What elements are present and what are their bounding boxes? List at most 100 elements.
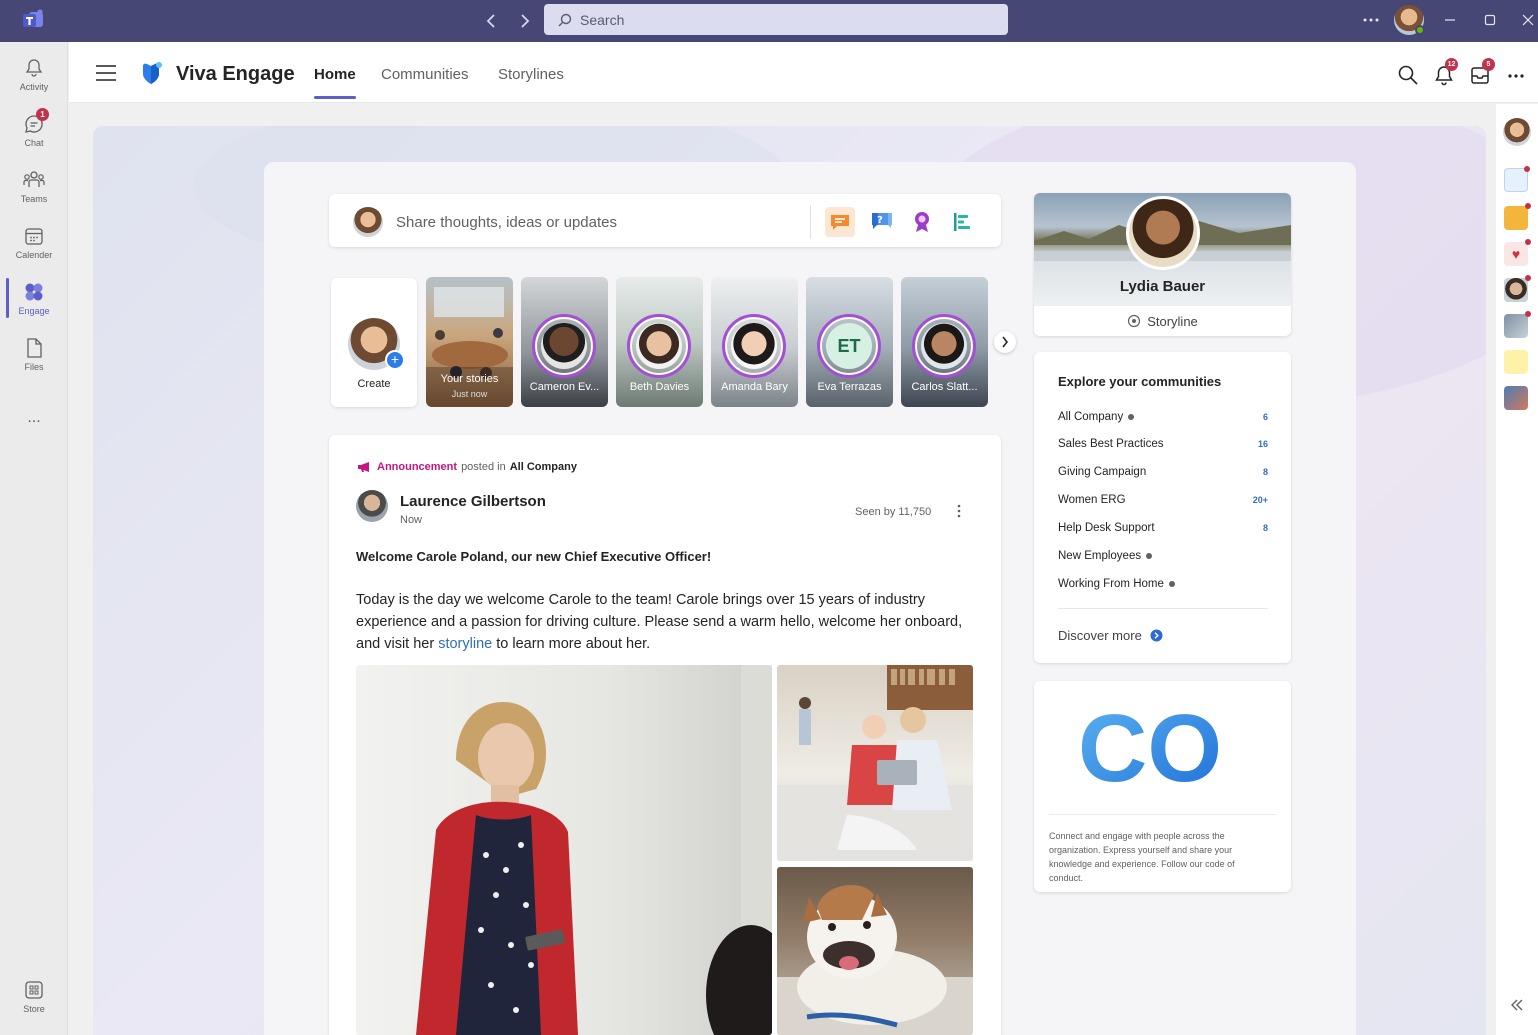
post-time: Now xyxy=(400,514,423,526)
app-header: Viva Engage Home Communities Storylines … xyxy=(69,42,1538,103)
chat-icon: 1 xyxy=(23,107,49,135)
rail-label: Teams xyxy=(20,193,48,204)
family-reading-image xyxy=(777,665,973,861)
more-options-icon[interactable] xyxy=(1505,64,1527,86)
stories-next-chevron-icon[interactable] xyxy=(994,331,1016,353)
inbox-icon[interactable]: 5 xyxy=(1469,58,1495,86)
post-author-avatar[interactable] xyxy=(356,490,388,522)
community-item[interactable]: Sales Best Practices 16 xyxy=(1058,438,1268,450)
community-item[interactable]: Working From Home xyxy=(1058,578,1268,590)
post-photo-dog[interactable] xyxy=(777,867,973,1035)
story-name: Amanda Bary xyxy=(721,381,788,393)
story-amanda[interactable]: Amanda Bary xyxy=(711,277,798,407)
poll-icon[interactable] xyxy=(947,207,977,237)
hamburger-menu-icon[interactable] xyxy=(95,64,117,82)
praise-icon[interactable] xyxy=(907,207,937,237)
question-icon[interactable]: ? xyxy=(867,207,897,237)
community-item[interactable]: New Employees xyxy=(1058,550,1268,562)
post-type-label[interactable]: Announcement xyxy=(377,461,457,473)
more-options-icon[interactable] xyxy=(1360,10,1382,30)
user-avatar[interactable] xyxy=(1394,5,1425,35)
rail-item-chat[interactable]: 1 Chat xyxy=(0,104,68,156)
post-meta: Announcement posted in All Company xyxy=(357,461,577,473)
maximize-icon[interactable] xyxy=(1480,10,1500,30)
post-seen-count[interactable]: Seen by 11,750 xyxy=(855,506,931,518)
profile-avatar[interactable] xyxy=(1126,196,1200,270)
group-app-icon[interactable] xyxy=(1504,311,1531,338)
bell-icon xyxy=(23,57,45,79)
photo-app-icon[interactable] xyxy=(1504,386,1528,410)
teams-icon xyxy=(22,169,46,191)
story-eva[interactable]: ET Eva Terrazas xyxy=(806,277,893,407)
post-more-icon[interactable] xyxy=(952,502,966,520)
collapse-double-chevron-icon[interactable] xyxy=(1510,998,1524,1012)
copilot-app-icon[interactable] xyxy=(1504,166,1530,192)
close-icon[interactable] xyxy=(1518,10,1538,30)
rail-item-calendar[interactable]: Calender xyxy=(0,216,68,268)
story-name: Your stories xyxy=(440,373,499,385)
discover-more-label: Discover more xyxy=(1058,628,1142,643)
tab-home[interactable]: Home xyxy=(314,66,356,99)
rail-item-store[interactable]: Store xyxy=(0,970,68,1022)
story-avatar xyxy=(636,323,682,369)
viva-engage-logo-icon xyxy=(139,60,165,86)
story-carlos[interactable]: Carlos Slatt... xyxy=(901,277,988,407)
add-plus-icon: + xyxy=(385,350,405,370)
post-photo-family[interactable] xyxy=(777,665,973,861)
search-bar[interactable]: Search xyxy=(544,4,1008,35)
tab-communities[interactable]: Communities xyxy=(381,66,469,83)
person-app-icon[interactable] xyxy=(1504,275,1531,302)
profile-name[interactable]: Lydia Bauer xyxy=(1034,278,1291,295)
forward-arrow-icon[interactable] xyxy=(515,11,535,31)
teams-logo-icon[interactable] xyxy=(22,9,46,31)
engage-icon xyxy=(22,281,46,303)
community-count: 8 xyxy=(1262,467,1268,477)
post-community-link[interactable]: All Company xyxy=(510,461,577,473)
story-beth[interactable]: Beth Davies xyxy=(616,277,703,407)
composer-placeholder[interactable]: Share thoughts, ideas or updates xyxy=(396,214,617,231)
rail-label: Activity xyxy=(19,81,49,92)
back-arrow-icon[interactable] xyxy=(481,11,501,31)
post-photo-main[interactable] xyxy=(356,665,772,1035)
create-story-card[interactable]: + Create xyxy=(331,278,417,407)
story-name: Beth Davies xyxy=(629,381,690,393)
sticky-app-icon[interactable] xyxy=(1504,350,1528,374)
composer-card[interactable]: Share thoughts, ideas or updates ? xyxy=(329,194,1001,247)
rail-item-activity[interactable]: Activity xyxy=(0,48,68,100)
notification-dot xyxy=(1525,311,1531,317)
notification-dot xyxy=(1525,239,1531,245)
storyline-button[interactable]: Storyline xyxy=(1034,305,1291,336)
post-author-name[interactable]: Laurence Gilbertson xyxy=(400,493,546,510)
story-name: Eva Terrazas xyxy=(817,381,882,393)
notifications-bell-icon[interactable]: 12 xyxy=(1433,58,1458,86)
meeting-room-image xyxy=(426,287,513,407)
tab-storylines[interactable]: Storylines xyxy=(498,66,564,83)
search-icon[interactable] xyxy=(1397,64,1419,86)
tasks-app-icon[interactable] xyxy=(1504,203,1531,230)
community-item[interactable]: Women ERG 20+ xyxy=(1058,494,1268,506)
story-your-stories[interactable]: Your stories Just now xyxy=(426,277,513,407)
app-title: Viva Engage xyxy=(176,63,295,85)
community-item[interactable]: All Company 6 xyxy=(1058,411,1268,423)
heart-app-icon[interactable]: ♥ xyxy=(1504,239,1531,266)
discussion-icon[interactable] xyxy=(825,207,855,237)
community-count: 8 xyxy=(1262,523,1268,533)
story-cameron[interactable]: Cameron Ev... xyxy=(521,277,608,407)
community-dot xyxy=(1168,581,1175,587)
co-logo-text: CO xyxy=(1078,699,1222,799)
minimize-icon[interactable] xyxy=(1440,10,1460,30)
story-ring xyxy=(532,314,596,378)
search-icon xyxy=(558,13,572,27)
community-item[interactable]: Giving Campaign 8 xyxy=(1058,466,1268,478)
post-card: Announcement posted in All Company Laure… xyxy=(329,435,1001,1035)
rail-item-files[interactable]: Files xyxy=(0,328,68,380)
right-bar-avatar[interactable] xyxy=(1503,118,1531,146)
rail-item-engage[interactable]: Engage xyxy=(0,272,68,324)
rail-item-teams[interactable]: Teams xyxy=(0,160,68,212)
co-community-card[interactable]: CO Connect and engage with people across… xyxy=(1034,681,1291,892)
storyline-link[interactable]: storyline xyxy=(438,636,492,652)
rail-more-apps[interactable]: ... xyxy=(0,392,68,444)
community-item[interactable]: Help Desk Support 8 xyxy=(1058,522,1268,534)
discover-more-link[interactable]: Discover more xyxy=(1058,628,1163,643)
community-name: All Company xyxy=(1058,411,1124,423)
